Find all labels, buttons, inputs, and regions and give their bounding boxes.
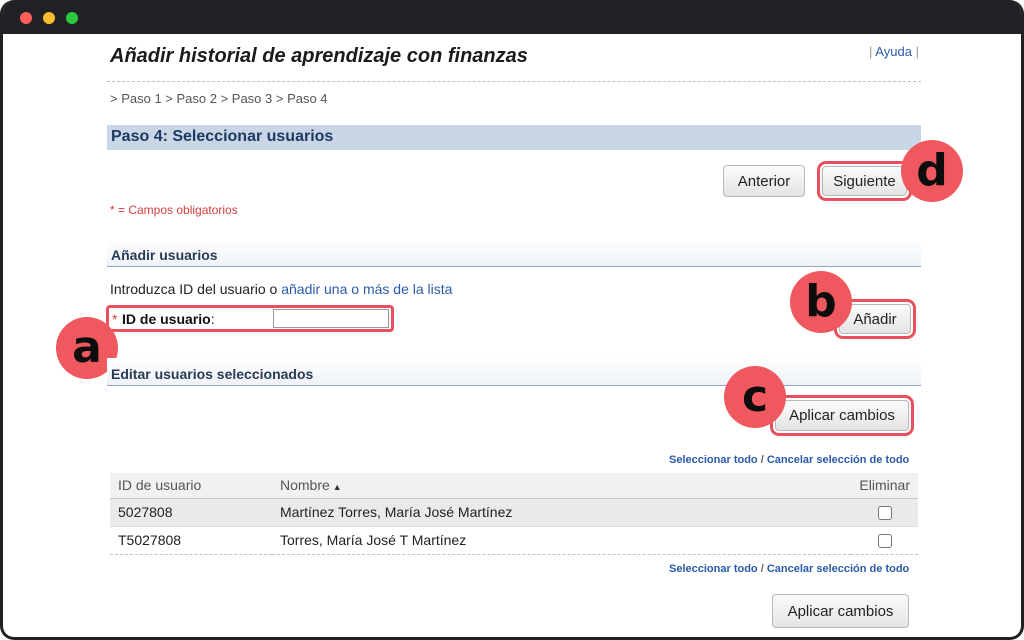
intro-text: Introduzca ID del usuario o (110, 281, 278, 297)
row-user-name: Torres, María José T Martínez (272, 526, 852, 555)
user-id-label-text: ID de usuario (122, 311, 211, 327)
selection-separator: / (760, 454, 764, 466)
column-header-user-id[interactable]: ID de usuario (110, 473, 272, 499)
table-header-row: ID de usuario Nombre ▲ Eliminar (110, 473, 918, 499)
selection-separator: / (760, 563, 764, 575)
user-id-input[interactable] (273, 309, 389, 328)
required-fields-note: * = Campos obligatorios (110, 203, 238, 217)
back-button[interactable]: Anterior (723, 165, 805, 197)
add-from-list-link[interactable]: añadir una o más de la lista (281, 281, 452, 297)
callout-b: b (790, 271, 852, 333)
selection-links-top: Seleccionar todo / Cancelar selección de… (669, 454, 909, 466)
remove-checkbox[interactable] (877, 506, 892, 521)
minimize-window-button[interactable] (43, 12, 55, 24)
select-all-link[interactable]: Seleccionar todo (669, 454, 758, 466)
selection-links-bottom: Seleccionar todo / Cancelar selección de… (669, 563, 909, 575)
browser-window: Añadir historial de aprendizaje con fina… (0, 0, 1024, 640)
edit-users-section-header: Editar usuarios seleccionados (107, 358, 921, 386)
selected-users-table: ID de usuario Nombre ▲ Eliminar 5027808 M… (110, 473, 918, 555)
row-remove-cell (851, 498, 918, 527)
user-id-label: ID de usuario: (122, 311, 215, 327)
help-links: | Ayuda | (869, 44, 919, 59)
breadcrumb: > Paso 1 > Paso 2 > Paso 3 > Paso 4 (110, 91, 328, 106)
apply-changes-button-bottom[interactable]: Aplicar cambios (772, 594, 909, 628)
row-user-id: T5027808 (110, 526, 272, 555)
user-id-label-colon: : (210, 311, 215, 327)
callout-d: d (901, 140, 963, 202)
close-window-button[interactable] (20, 12, 32, 24)
next-button[interactable]: Siguiente (817, 161, 912, 201)
column-header-remove: Eliminar (851, 473, 918, 499)
maximize-window-button[interactable] (66, 12, 78, 24)
callout-c: c (724, 366, 786, 428)
sort-ascending-icon: ▲ (332, 482, 342, 493)
apply-changes-button-top[interactable]: Aplicar cambios (770, 395, 914, 436)
header-divider (107, 81, 921, 82)
row-user-id: 5027808 (110, 498, 272, 527)
help-link[interactable]: Ayuda (875, 44, 912, 59)
user-id-field: * ID de usuario: (106, 305, 394, 332)
add-users-intro: Introduzca ID del usuario o añadir una o… (110, 281, 452, 297)
help-separator-left: | (869, 44, 873, 59)
table-row: 5027808 Martínez Torres, María José Mart… (110, 498, 918, 527)
required-mark: * (112, 311, 118, 327)
table-row: T5027808 Torres, María José T Martínez (110, 526, 918, 555)
select-all-link[interactable]: Seleccionar todo (669, 563, 758, 575)
add-users-section-header: Añadir usuarios (107, 239, 921, 267)
row-remove-cell (851, 526, 918, 555)
column-header-name[interactable]: Nombre ▲ (272, 473, 852, 499)
remove-checkbox[interactable] (877, 534, 892, 549)
step-header: Paso 4: Seleccionar usuarios (107, 125, 921, 150)
cancel-selection-link[interactable]: Cancelar selección de todo (767, 563, 909, 575)
row-user-name: Martínez Torres, María José Martínez (272, 498, 852, 527)
page-title: Añadir historial de aprendizaje con fina… (110, 45, 528, 67)
column-header-name-label: Nombre (280, 477, 330, 494)
window-titlebar (3, 0, 1021, 34)
help-separator-right: | (915, 44, 919, 59)
cancel-selection-link[interactable]: Cancelar selección de todo (767, 454, 909, 466)
